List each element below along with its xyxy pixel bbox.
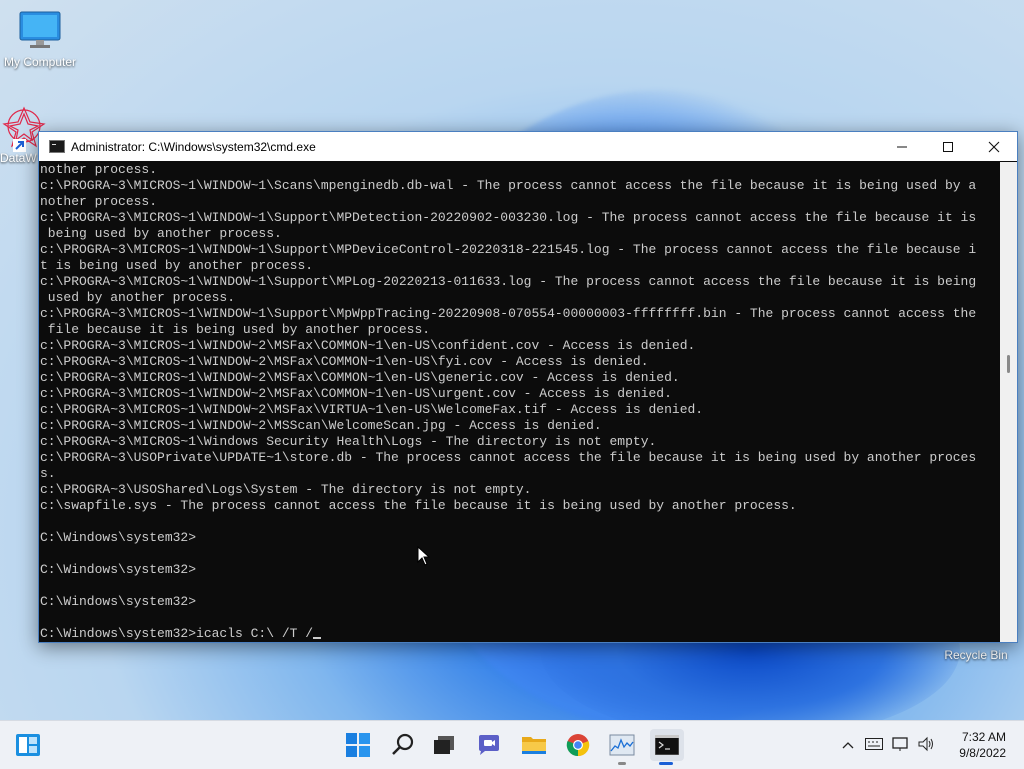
console-line: c:\PROGRA~3\MICROS~1\Windows Security He… <box>40 434 657 449</box>
console-line: nother process. <box>40 194 158 209</box>
file-explorer-button[interactable] <box>518 729 550 761</box>
file-explorer-icon <box>522 737 546 754</box>
desktop-icon-dataw[interactable]: DataW <box>0 104 46 165</box>
console-line: C:\Windows\system32> <box>40 594 197 609</box>
window-title: Administrator: C:\Windows\system32\cmd.e… <box>71 139 316 154</box>
clock-date: 9/8/2022 <box>959 746 1006 760</box>
console-line: c:\PROGRA~3\MICROS~1\WINDOW~1\Support\MP… <box>40 274 977 289</box>
cmd-taskbar-button[interactable] <box>650 729 684 765</box>
console-line: c:\PROGRA~3\MICROS~1\WINDOW~2\MSScan\Wel… <box>40 418 602 433</box>
console-line: file because it is being used by another… <box>40 322 431 337</box>
start-icon <box>346 733 370 757</box>
console-line: nother process. <box>40 162 158 177</box>
console-line: C:\Windows\system32> <box>40 562 197 577</box>
volume-icon <box>918 736 933 751</box>
clock[interactable]: 7:32 AM 9/8/2022 <box>959 729 1006 761</box>
console-line: s. <box>40 466 56 481</box>
chevron-up-icon <box>842 741 854 748</box>
console-line: c:\PROGRA~3\MICROS~1\WINDOW~1\Support\Mp… <box>40 306 977 321</box>
taskbar: 7:32 AM 9/8/2022 <box>0 720 1024 769</box>
console-line: t is being used by another process. <box>40 258 314 273</box>
console-line: c:\PROGRA~3\MICROS~1\WINDOW~1\Support\MP… <box>40 242 977 257</box>
desktop-icon-label: Recycle Bin <box>944 648 1008 662</box>
chrome-button[interactable] <box>562 729 594 761</box>
cmd-window-icon <box>49 140 65 153</box>
start-button[interactable] <box>342 729 374 761</box>
active-indicator <box>659 762 673 765</box>
keyboard-button[interactable] <box>860 737 888 753</box>
mouse-pointer-icon <box>417 546 431 566</box>
keyboard-icon <box>865 737 883 750</box>
console-line: C:\Windows\system32> <box>40 530 197 545</box>
console-current-prompt[interactable]: C:\Windows\system32>icacls C:\ /T / <box>40 626 1000 642</box>
cmd-window[interactable]: Administrator: C:\Windows\system32\cmd.e… <box>38 131 1018 643</box>
console-line: c:\PROGRA~3\MICROS~1\WINDOW~1\Support\MP… <box>40 210 977 225</box>
console-output[interactable]: nother process. c:\PROGRA~3\MICROS~1\WIND… <box>39 162 1000 642</box>
console-line: being used by another process. <box>40 226 282 241</box>
maximize-icon <box>943 141 953 152</box>
desktop-icon-recycle-bin[interactable]: Recycle Bin <box>936 646 1016 662</box>
close-button[interactable] <box>971 132 1017 161</box>
chat-button[interactable] <box>473 729 505 761</box>
task-view-icon <box>434 736 454 754</box>
volume-button[interactable] <box>914 736 940 755</box>
maximize-button[interactable] <box>925 132 971 161</box>
widgets-icon <box>16 734 40 756</box>
show-hidden-icons-button[interactable] <box>836 738 860 753</box>
console-line: c:\PROGRA~3\MICROS~1\WINDOW~2\MSFax\COMM… <box>40 338 696 353</box>
cmd-icon <box>655 735 679 755</box>
minimize-button[interactable] <box>879 132 925 161</box>
performance-monitor-button[interactable] <box>606 729 638 765</box>
console-line: c:\PROGRA~3\MICROS~1\WINDOW~2\MSFax\COMM… <box>40 370 680 385</box>
network-button[interactable] <box>888 736 914 755</box>
network-icon <box>892 736 908 751</box>
scrollbar-thumb[interactable] <box>1007 355 1010 373</box>
desktop-icon-label: My Computer <box>3 55 77 69</box>
console-line: c:\PROGRA~3\MICROS~1\WINDOW~2\MSFax\COMM… <box>40 386 672 401</box>
monitor-icon <box>19 11 61 48</box>
console-line: c:\PROGRA~3\MICROS~1\WINDOW~2\MSFax\VIRT… <box>40 402 704 417</box>
search-button[interactable] <box>387 729 419 761</box>
console-line: c:\PROGRA~3\MICROS~1\WINDOW~2\MSFax\COMM… <box>40 354 649 369</box>
prompt-text: C:\Windows\system32>icacls C:\ /T / <box>40 626 314 641</box>
console-scrollbar[interactable] <box>1000 162 1017 642</box>
text-cursor <box>313 637 322 639</box>
console-line: used by another process. <box>40 290 236 305</box>
search-icon <box>392 733 414 755</box>
desktop-icon-my-computer[interactable]: My Computer <box>0 10 80 69</box>
close-icon <box>988 141 1000 152</box>
console-line: c:\PROGRA~3\USOShared\Logs\System - The … <box>40 482 532 497</box>
minimize-icon <box>897 146 907 147</box>
running-indicator <box>618 762 626 765</box>
chat-icon <box>479 735 499 755</box>
desktop-icon-label: DataW <box>0 151 37 165</box>
task-view-button[interactable] <box>428 729 460 761</box>
console-line: c:\swapfile.sys - The process cannot acc… <box>40 498 797 513</box>
system-tray <box>836 721 940 769</box>
widgets-button[interactable] <box>12 729 44 761</box>
chrome-icon <box>566 734 590 757</box>
window-titlebar[interactable]: Administrator: C:\Windows\system32\cmd.e… <box>39 132 1017 161</box>
clock-time: 7:32 AM <box>961 730 1006 744</box>
performance-monitor-icon <box>609 734 635 756</box>
console-line: c:\PROGRA~3\USOPrivate\UPDATE~1\store.db… <box>40 450 977 465</box>
console-line: c:\PROGRA~3\MICROS~1\WINDOW~1\Scans\mpen… <box>40 178 977 193</box>
